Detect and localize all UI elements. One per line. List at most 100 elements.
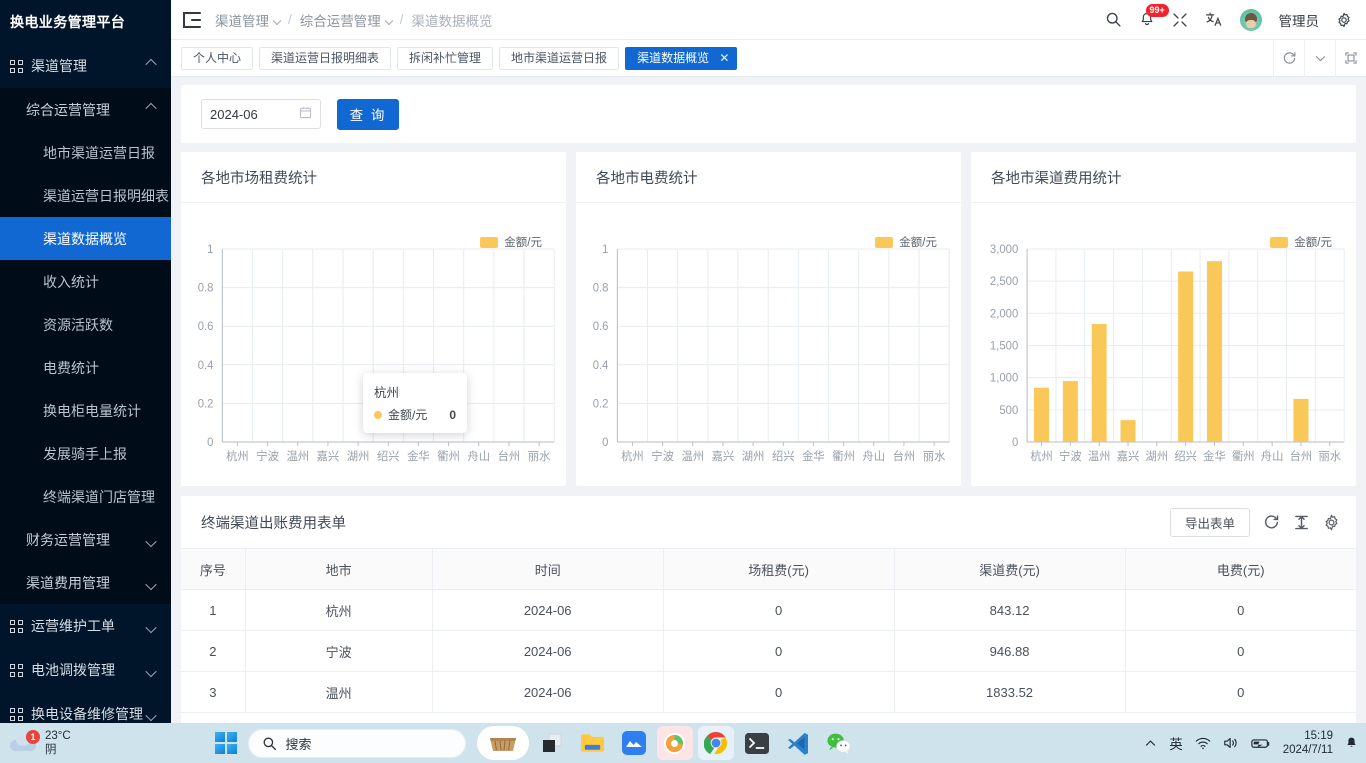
sidebar-collapse-icon[interactable] xyxy=(183,11,201,28)
tab-city-channel-daily[interactable]: 地市渠道运营日报 xyxy=(499,46,620,70)
sidebar-item-city-channel-daily[interactable]: 地市渠道运营日报 xyxy=(0,131,171,174)
ime-language-indicator[interactable]: 英 xyxy=(1169,733,1183,753)
col-time: 时间 xyxy=(432,548,664,590)
sidebar-item-label: 换电柜电量统计 xyxy=(43,402,141,419)
sidebar-item-battery-transfer[interactable]: 电池调拨管理 xyxy=(0,648,171,692)
col-index: 序号 xyxy=(181,548,246,590)
tab-label: 渠道运营日报明细表 xyxy=(271,50,380,65)
sidebar-item-equipment-repair[interactable]: 换电设备维修管理 xyxy=(0,692,171,723)
taskbar-app-widget[interactable] xyxy=(476,726,529,760)
cell-rent-fee: 0 xyxy=(663,589,895,631)
weather-badge: 1 xyxy=(26,730,40,744)
taskbar-app-wechat[interactable] xyxy=(821,726,857,760)
svg-text:舟山: 舟山 xyxy=(1261,449,1284,463)
table-row[interactable]: 2 宁波 2024-06 0 946.88 0 xyxy=(181,630,1356,672)
top-header: 渠道管理 / 综合运营管理 / 渠道数据概览 99+ 管理员 xyxy=(171,0,1366,40)
username-label: 管理员 xyxy=(1278,13,1320,29)
tab-channel-data-overview[interactable]: 渠道数据概览 ✕ xyxy=(625,46,738,70)
app-brand-title: 换电业务管理平台 xyxy=(0,0,171,44)
battery-icon[interactable] xyxy=(1251,737,1271,750)
taskbar-system-tray: 英 15:19 2024/7/11 xyxy=(1144,729,1366,757)
table-row[interactable]: 1 杭州 2024-06 0 843.12 0 xyxy=(181,589,1356,631)
tab-personal-center[interactable]: 个人中心 xyxy=(181,46,254,70)
breadcrumb-item-2[interactable]: 综合运营管理 xyxy=(299,10,394,30)
table-actions: 导出表单 xyxy=(1169,507,1340,537)
taskbar-app-explorer-dark[interactable] xyxy=(534,726,570,760)
chevron-down-icon xyxy=(145,535,157,547)
sidebar-item-resource-active[interactable]: 资源活跃数 xyxy=(0,303,171,346)
volume-icon[interactable] xyxy=(1223,736,1239,750)
avatar[interactable] xyxy=(1239,8,1262,31)
taskbar-app-terminal[interactable] xyxy=(739,726,775,760)
search-icon[interactable] xyxy=(1105,11,1122,28)
row-density-icon[interactable] xyxy=(1293,514,1310,531)
breadcrumb-item-1[interactable]: 渠道管理 xyxy=(215,10,282,30)
sidebar-item-label: 渠道费用管理 xyxy=(26,574,110,591)
svg-text:衢州: 衢州 xyxy=(1232,449,1255,463)
sidebar-item-electric-fee-stats[interactable]: 电费统计 xyxy=(0,346,171,389)
taskbar-search-box[interactable]: 搜索 xyxy=(247,728,466,758)
column-settings-gear-icon[interactable] xyxy=(1323,514,1340,531)
fullscreen-icon[interactable] xyxy=(1335,39,1366,77)
sidebar-item-income-stats[interactable]: 收入统计 xyxy=(0,260,171,303)
fullscreen-exit-icon[interactable] xyxy=(1172,12,1188,28)
notification-bell-icon[interactable]: 99+ xyxy=(1139,4,1169,28)
chart-plot-area: 0 0.2 0.4 0.6 0.8 1 杭州 宁波 温州 嘉兴 湖州 绍兴 金华 衢州 舟山 台州 丽水 xyxy=(593,244,950,463)
sidebar-item-integrated-ops[interactable]: 综合运营管理 xyxy=(0,88,171,131)
cell-channel-fee: 946.88 xyxy=(894,630,1126,672)
sidebar-item-channel-fee-management[interactable]: 渠道费用管理 xyxy=(0,561,171,604)
language-switch-icon[interactable] xyxy=(1205,11,1223,28)
taskbar-app-file-explorer[interactable] xyxy=(575,726,611,760)
svg-text:绍兴: 绍兴 xyxy=(772,449,795,463)
terminal-icon xyxy=(744,732,769,754)
sidebar-item-label: 发展骑手上报 xyxy=(43,445,127,462)
svg-text:衢州: 衢州 xyxy=(437,449,460,463)
refresh-icon[interactable] xyxy=(1263,514,1280,531)
close-icon[interactable]: ✕ xyxy=(719,51,729,65)
sidebar-item-label: 财务运营管理 xyxy=(26,531,110,548)
taskbar-app-wps[interactable] xyxy=(656,726,693,760)
taskbar-clock[interactable]: 15:19 2024/7/11 xyxy=(1283,729,1333,757)
sidebar-item-cabinet-power-stats[interactable]: 换电柜电量统计 xyxy=(0,389,171,432)
svg-text:0.6: 0.6 xyxy=(198,321,214,333)
windows-taskbar: 1 23°C 阴 搜索 英 15:19 2024/7/11 xyxy=(0,723,1366,763)
query-button[interactable]: 查 询 xyxy=(337,98,399,130)
sidebar-item-ops-maintenance-ticket[interactable]: 运营维护工单 xyxy=(0,604,171,648)
cell-city: 杭州 xyxy=(245,589,433,631)
windows-start-icon[interactable] xyxy=(214,732,237,754)
sidebar-item-channel-management[interactable]: 渠道管理 xyxy=(0,44,171,88)
tab-label: 个人中心 xyxy=(193,50,242,65)
tab-channel-daily-detail[interactable]: 渠道运营日报明细表 xyxy=(259,46,392,70)
taskbar-app-blue[interactable] xyxy=(616,726,652,760)
refresh-icon[interactable] xyxy=(1273,39,1304,77)
tooltip-title: 杭州 xyxy=(374,386,400,400)
chevron-down-icon xyxy=(272,16,282,25)
svg-text:宁波: 宁波 xyxy=(651,449,674,463)
wifi-icon[interactable] xyxy=(1195,737,1211,750)
app-root: 换电业务管理平台 渠道管理 综合运营管理 地市渠道运营日报 渠道运营日报明细表 xyxy=(0,0,1366,763)
mountain-app-icon xyxy=(621,731,646,755)
taskbar-app-vscode[interactable] xyxy=(780,726,816,760)
breadcrumb-label: 综合运营管理 xyxy=(299,13,381,29)
sidebar-item-channel-daily-detail[interactable]: 渠道运营日报明细表 xyxy=(0,174,171,217)
sidebar-item-finance-ops[interactable]: 财务运营管理 xyxy=(0,518,171,561)
tray-expand-chevron-icon[interactable] xyxy=(1144,737,1157,750)
sidebar-item-rider-report[interactable]: 发展骑手上报 xyxy=(0,432,171,475)
tab-bar: 个人中心 渠道运营日报明细表 拆闲补忙管理 地市渠道运营日报 渠道数据概览 ✕ xyxy=(171,39,1366,77)
sidebar-item-terminal-store-management[interactable]: 终端渠道门店管理 xyxy=(0,475,171,518)
svg-text:0.8: 0.8 xyxy=(198,283,214,295)
taskbar-weather-widget[interactable]: 1 23°C 阴 xyxy=(0,729,71,757)
chevron-down-icon[interactable] xyxy=(1304,39,1335,77)
cell-time: 2024-06 xyxy=(432,630,664,672)
sidebar-item-channel-data-overview[interactable]: 渠道数据概览 xyxy=(0,217,171,260)
gear-icon[interactable] xyxy=(1336,12,1352,28)
weather-temperature: 23°C xyxy=(45,730,71,742)
taskbar-app-chrome[interactable] xyxy=(697,726,734,760)
table-row[interactable]: 3 温州 2024-06 0 1833.52 0 xyxy=(181,671,1356,713)
notification-bell-icon[interactable] xyxy=(1345,736,1358,750)
svg-text:金华: 金华 xyxy=(1203,449,1226,463)
month-picker[interactable]: 2024-06 xyxy=(201,99,321,129)
export-button[interactable]: 导出表单 xyxy=(1169,507,1250,537)
sidebar-item-label: 地市渠道运营日报 xyxy=(43,144,155,161)
tab-busy-idle-management[interactable]: 拆闲补忙管理 xyxy=(397,46,494,70)
